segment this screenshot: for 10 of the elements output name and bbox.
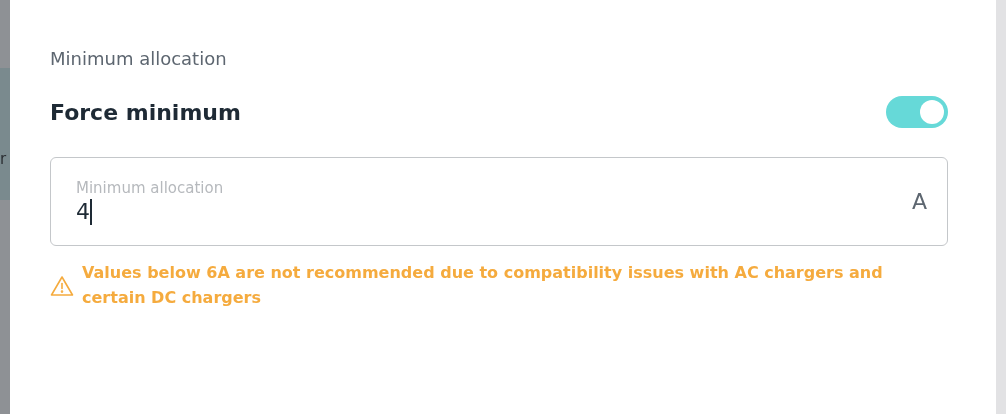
section-heading: Minimum allocation bbox=[50, 48, 228, 69]
toggle-label: Force minimum bbox=[50, 99, 241, 125]
warning-message: Values below 6A are not recommended due to compatibility issues with AC chargers and certain DC chargers bbox=[82, 262, 884, 309]
warning-icon bbox=[50, 275, 74, 297]
toggle-switch[interactable] bbox=[886, 96, 948, 128]
unit-label: A bbox=[911, 189, 927, 214]
background-text: r bbox=[0, 150, 7, 168]
field-value[interactable]: 4 bbox=[76, 199, 90, 224]
input-field[interactable]: Minimum allocation 4 A bbox=[50, 157, 948, 246]
field-label: Minimum allocation bbox=[76, 178, 224, 197]
